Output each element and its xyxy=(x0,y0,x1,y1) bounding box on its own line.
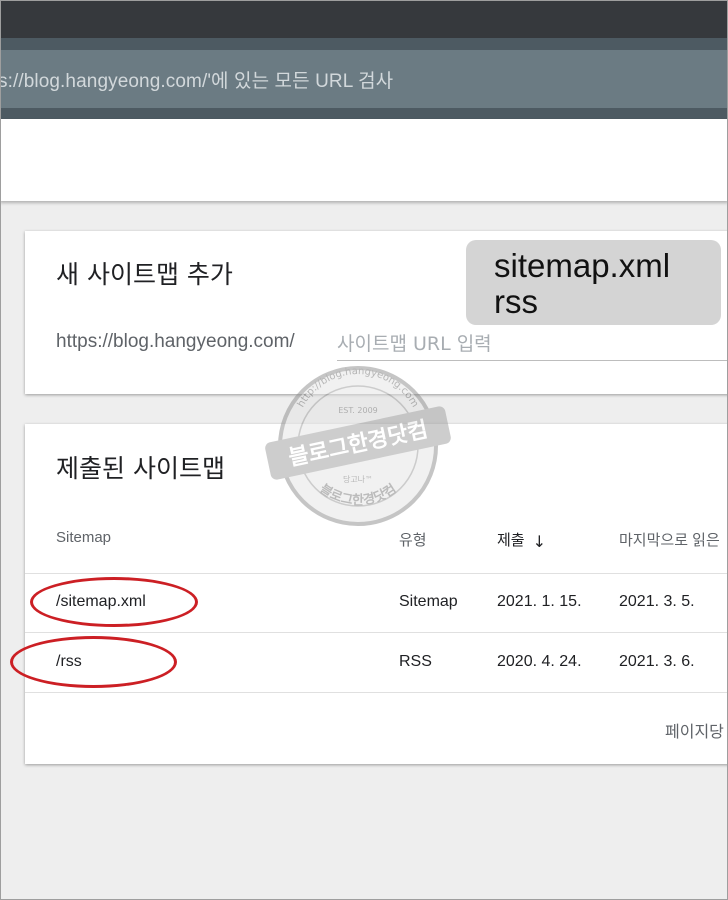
cell-type: RSS xyxy=(399,653,432,670)
cell-submitted: 2021. 1. 15. xyxy=(497,593,582,610)
url-inspection-search[interactable]: s://blog.hangyeong.com/'에 있는 모든 URL 검사 xyxy=(0,50,728,108)
top-bar xyxy=(0,0,728,38)
column-header-type[interactable]: 유형 xyxy=(399,529,427,550)
column-header-last-read[interactable]: 마지막으로 읽은 xyxy=(619,529,720,550)
table-row[interactable]: /sitemap.xml Sitemap 2021. 1. 15. 2021. … xyxy=(25,573,728,633)
header-panel xyxy=(0,119,728,201)
column-header-sitemap[interactable]: Sitemap xyxy=(56,529,111,546)
cell-last-read: 2021. 3. 5. xyxy=(619,593,695,610)
table-header: Sitemap 유형 제출 ↓ 마지막으로 읽은 xyxy=(25,524,728,574)
cell-sitemap: /rss xyxy=(56,653,82,670)
callout-line-rss: rss xyxy=(494,283,538,320)
cell-submitted: 2020. 4. 24. xyxy=(497,653,582,670)
sitemap-callout: sitemap.xml rss xyxy=(466,240,721,325)
arrow-down-icon: ↓ xyxy=(532,531,547,551)
sitemap-url-input[interactable] xyxy=(337,327,728,361)
watermark-est: EST. 2009 xyxy=(338,406,378,415)
rows-per-page-label: 페이지당 xyxy=(665,724,724,741)
sitemap-url-prefix: https://blog.hangyeong.com/ xyxy=(56,331,295,352)
cell-type: Sitemap xyxy=(399,593,458,610)
column-header-submitted-label: 제출 xyxy=(497,532,525,549)
table-row[interactable]: /rss RSS 2020. 4. 24. 2021. 3. 6. xyxy=(25,633,728,693)
cell-sitemap: /sitemap.xml xyxy=(56,593,146,610)
url-inspection-text: s://blog.hangyeong.com/'에 있는 모든 URL 검사 xyxy=(0,70,394,92)
callout-line-sitemap: sitemap.xml xyxy=(494,247,671,284)
url-inspection-bar: s://blog.hangyeong.com/'에 있는 모든 URL 검사 xyxy=(0,38,728,119)
add-sitemap-title: 새 사이트맵 추가 xyxy=(56,260,233,289)
submitted-sitemaps-card: 제출된 사이트맵 Sitemap 유형 제출 ↓ 마지막으로 읽은 /sitema… xyxy=(25,424,728,764)
submitted-sitemaps-title: 제출된 사이트맵 xyxy=(56,454,225,483)
column-header-submitted[interactable]: 제출 ↓ xyxy=(497,529,546,551)
cell-last-read: 2021. 3. 6. xyxy=(619,653,695,670)
